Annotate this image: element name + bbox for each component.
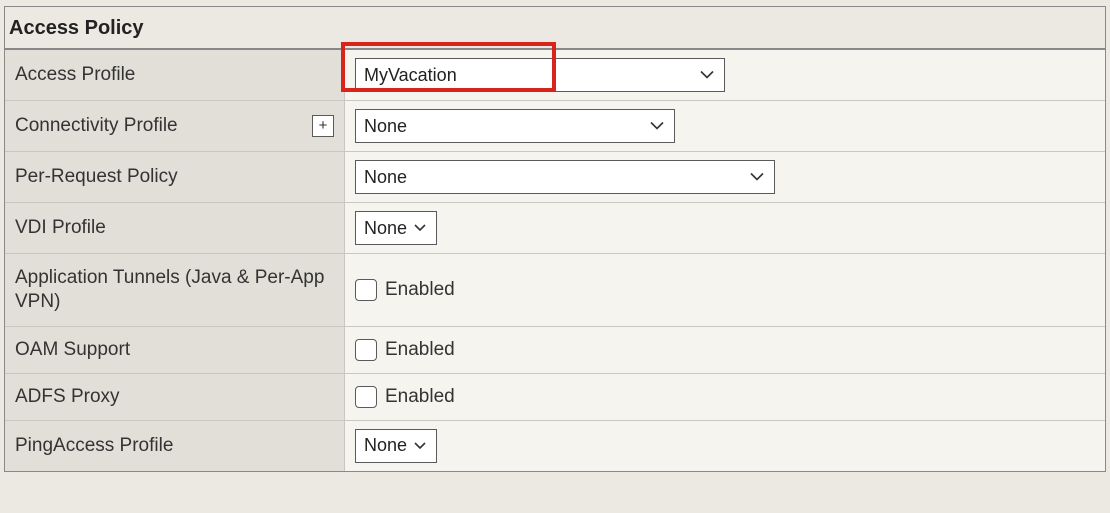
select-value: None <box>364 435 407 456</box>
value-cell-access-profile: MyVacation <box>345 50 1105 100</box>
connectivity-profile-select[interactable]: None <box>355 109 675 143</box>
label-text: Application Tunnels (Java & Per-App VPN) <box>15 266 334 314</box>
label-access-profile: Access Profile <box>5 50 345 100</box>
label-text: VDI Profile <box>15 217 106 239</box>
row-access-profile: Access Profile MyVacation <box>5 50 1105 101</box>
label-text: PingAccess Profile <box>15 435 173 457</box>
checkbox-label: Enabled <box>385 386 455 408</box>
panel-title: Access Policy <box>5 7 1105 50</box>
chevron-down-icon <box>414 442 426 450</box>
value-cell-vdi-profile: None <box>345 203 1105 253</box>
row-oam-support: OAM Support Enabled <box>5 327 1105 374</box>
value-cell-app-tunnels: Enabled <box>345 254 1105 326</box>
chevron-down-icon <box>650 122 664 131</box>
row-app-tunnels: Application Tunnels (Java & Per-App VPN)… <box>5 254 1105 327</box>
access-policy-panel: Access Policy Access Profile MyVacation … <box>4 6 1106 472</box>
select-value: None <box>364 116 407 137</box>
label-text: Connectivity Profile <box>15 115 178 137</box>
label-text: ADFS Proxy <box>15 386 120 408</box>
value-cell-oam-support: Enabled <box>345 327 1105 373</box>
value-cell-pingaccess-profile: None <box>345 421 1105 471</box>
label-connectivity-profile: Connectivity Profile + <box>5 101 345 151</box>
adfs-proxy-checkbox[interactable] <box>355 386 377 408</box>
label-adfs-proxy: ADFS Proxy <box>5 374 345 420</box>
app-tunnels-checkbox[interactable] <box>355 279 377 301</box>
label-oam-support: OAM Support <box>5 327 345 373</box>
label-vdi-profile: VDI Profile <box>5 203 345 253</box>
row-per-request-policy: Per-Request Policy None <box>5 152 1105 203</box>
row-pingaccess-profile: PingAccess Profile None <box>5 421 1105 471</box>
value-cell-per-request-policy: None <box>345 152 1105 202</box>
vdi-profile-select[interactable]: None <box>355 211 437 245</box>
value-cell-adfs-proxy: Enabled <box>345 374 1105 420</box>
label-text: OAM Support <box>15 339 130 361</box>
row-connectivity-profile: Connectivity Profile + None <box>5 101 1105 152</box>
row-adfs-proxy: ADFS Proxy Enabled <box>5 374 1105 421</box>
per-request-policy-select[interactable]: None <box>355 160 775 194</box>
label-text: Access Profile <box>15 64 135 86</box>
checkbox-label: Enabled <box>385 279 455 301</box>
label-per-request-policy: Per-Request Policy <box>5 152 345 202</box>
oam-support-checkbox[interactable] <box>355 339 377 361</box>
label-text: Per-Request Policy <box>15 166 178 188</box>
pingaccess-profile-select[interactable]: None <box>355 429 437 463</box>
chevron-down-icon <box>414 224 426 232</box>
chevron-down-icon <box>750 173 764 182</box>
add-connectivity-profile-button[interactable]: + <box>312 115 334 137</box>
access-profile-select[interactable]: MyVacation <box>355 58 725 92</box>
select-value: None <box>364 167 407 188</box>
value-cell-connectivity-profile: None <box>345 101 1105 151</box>
checkbox-label: Enabled <box>385 339 455 361</box>
chevron-down-icon <box>700 71 714 80</box>
select-value: MyVacation <box>364 65 457 86</box>
label-pingaccess-profile: PingAccess Profile <box>5 421 345 471</box>
row-vdi-profile: VDI Profile None <box>5 203 1105 254</box>
label-app-tunnels: Application Tunnels (Java & Per-App VPN) <box>5 254 345 326</box>
plus-icon: + <box>319 117 328 135</box>
select-value: None <box>364 218 407 239</box>
